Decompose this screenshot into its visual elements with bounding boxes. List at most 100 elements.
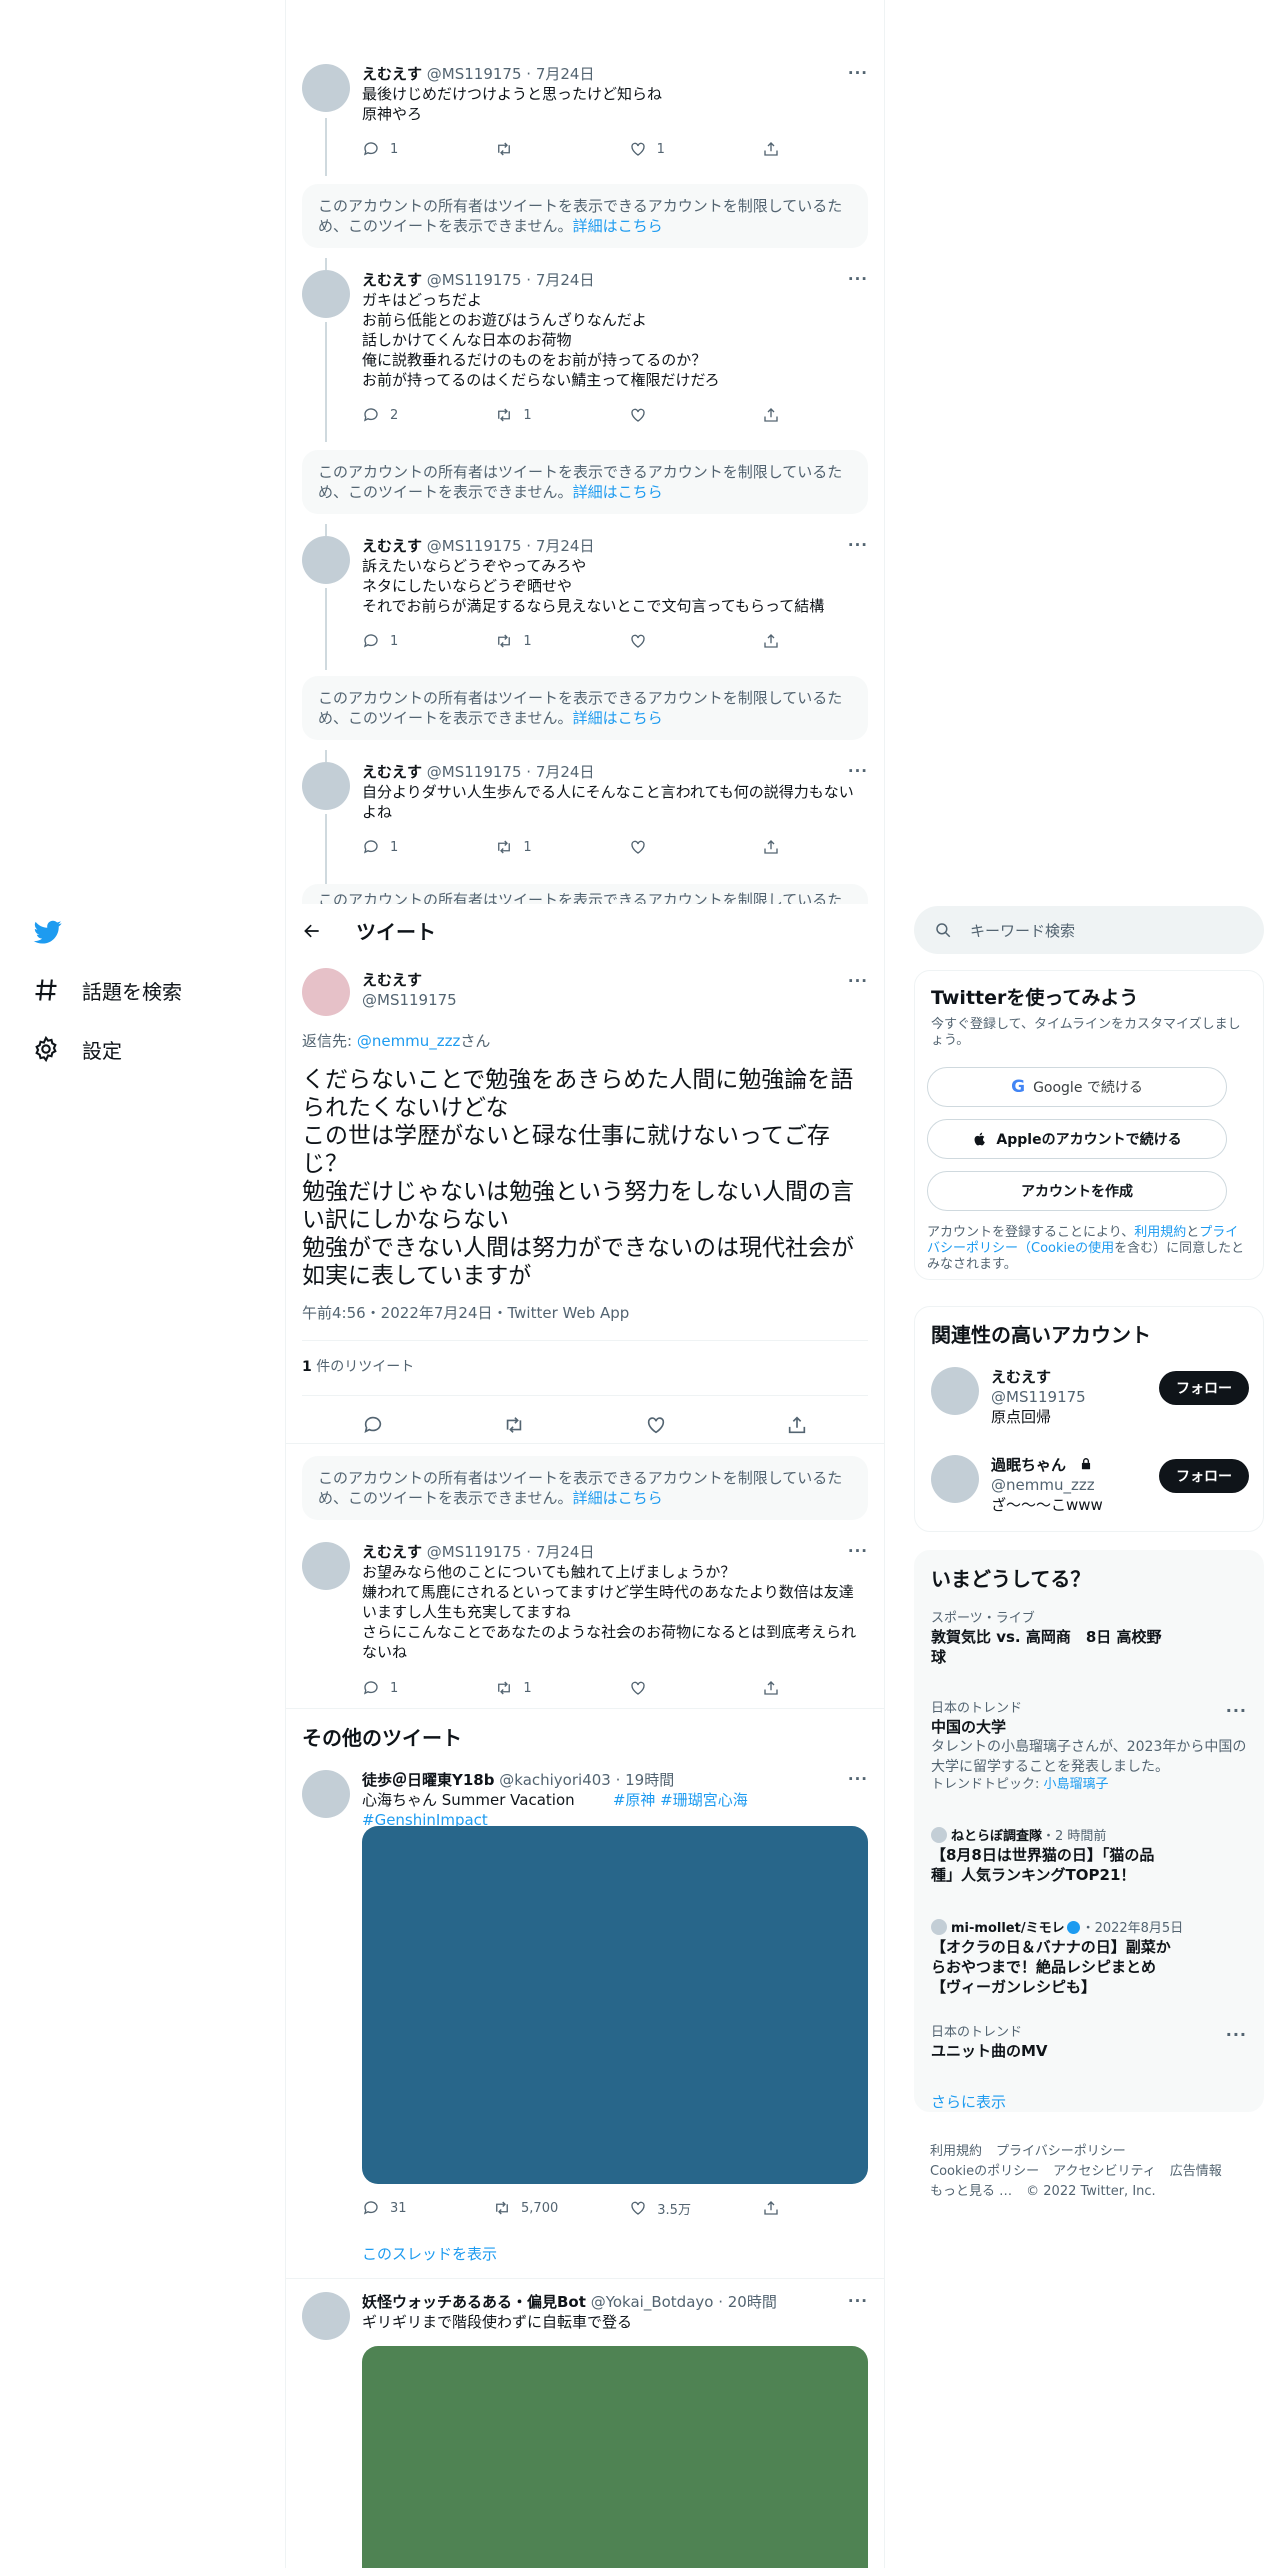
create-account-button[interactable]: アカウントを作成 — [927, 1171, 1227, 1211]
like-button[interactable]: 3.5万 — [629, 2198, 691, 2218]
footer-link[interactable]: 利用規約 — [930, 2144, 982, 2159]
like-button[interactable] — [629, 1678, 689, 1698]
trend-item[interactable]: ねとらぼ調査隊・2 時間前 【8月8日は世界猫の日】「猫の品種」人気ランキングT… — [931, 1827, 1247, 1885]
retweet-button[interactable]: 1 — [495, 631, 555, 651]
tweet-media-image[interactable] — [362, 1826, 868, 2184]
trend-item[interactable]: スポーツ・ライブ 敦賀気比 vs. 高岡商 8日 高校野球 — [931, 1611, 1247, 1667]
author-name[interactable]: 徒歩＠日曜東Y18b — [362, 1771, 494, 1789]
terms-link[interactable]: 利用規約 — [1134, 1225, 1186, 1240]
share-button[interactable] — [762, 1678, 782, 1698]
nav-explore[interactable]: 話題を検索 — [32, 972, 182, 1008]
more-options-icon[interactable]: ··· — [848, 972, 868, 990]
heart-icon[interactable] — [645, 1414, 667, 1436]
main-tweet-timestamp[interactable]: 午前4:56・2022年7月24日・Twitter Web App — [302, 1303, 629, 1323]
retweet-button[interactable]: 5,700 — [493, 2198, 558, 2218]
author-name[interactable]: えむえす — [362, 1543, 422, 1561]
tweet-time[interactable]: 7月24日 — [536, 271, 595, 289]
learn-more-link[interactable]: 詳細はこちら — [573, 1489, 663, 1507]
tweet-time[interactable]: 7月24日 — [536, 763, 595, 781]
footer-link[interactable]: プライバシーポリシー — [996, 2144, 1126, 2159]
share-button[interactable] — [762, 405, 782, 425]
more-options-icon[interactable]: ··· — [848, 64, 868, 82]
more-options-icon[interactable]: ··· — [1226, 1701, 1247, 1720]
thread-tweet[interactable]: えむえす @MS119175 · 7月24日 ··· 最後けじめだけつけようと思… — [286, 64, 884, 176]
apple-signin-button[interactable]: Appleのアカウントで続ける — [927, 1119, 1227, 1159]
author-name[interactable]: えむえす — [362, 537, 422, 555]
follow-button[interactable]: フォロー — [1159, 1371, 1249, 1405]
back-arrow-icon[interactable] — [302, 921, 322, 941]
author-name[interactable]: えむえす — [362, 271, 422, 289]
reply-button[interactable]: 1 — [362, 837, 422, 857]
avatar[interactable] — [931, 1367, 979, 1415]
google-signin-button[interactable]: G Google で続ける — [927, 1067, 1227, 1107]
avatar[interactable] — [302, 64, 350, 112]
more-options-icon[interactable]: ··· — [848, 762, 868, 780]
learn-more-link[interactable]: 詳細はこちら — [573, 709, 663, 727]
retweet-icon[interactable] — [503, 1414, 525, 1436]
tweet-time[interactable]: 7月24日 — [536, 65, 595, 83]
more-tweet[interactable]: 妖怪ウォッチあるある・偏見Bot @Yokai_Botdayo · 20時間 ·… — [286, 2292, 884, 2340]
reply-button[interactable]: 31 — [362, 2198, 422, 2218]
tweet-time[interactable]: 19時間 — [625, 1771, 674, 1789]
trend-item[interactable]: 日本のトレンド ··· ユニット曲のMV — [931, 2025, 1247, 2061]
learn-more-link[interactable]: 詳細はこちら — [573, 483, 663, 501]
footer-link[interactable]: もっと見る … — [930, 2184, 1012, 2199]
retweet-button[interactable]: 1 — [495, 1678, 555, 1698]
retweet-button[interactable]: 1 — [495, 405, 555, 425]
share-button[interactable] — [762, 631, 782, 651]
more-options-icon[interactable]: ··· — [848, 2292, 868, 2310]
share-icon[interactable] — [786, 1414, 808, 1436]
more-tweet[interactable]: 徒歩＠日曜東Y18b @kachiyori403 · 19時間 ··· 心海ちゃ… — [286, 1770, 884, 1829]
reply-button[interactable]: 1 — [362, 1678, 422, 1698]
avatar[interactable] — [931, 1455, 979, 1503]
related-account[interactable]: えむえす @MS119175 原点回帰 — [991, 1367, 1086, 1427]
more-options-icon[interactable]: ··· — [848, 270, 868, 288]
more-options-icon[interactable]: ··· — [848, 1770, 868, 1788]
trend-item[interactable]: mi-mollet/ミモレ ・2022年8月5日 【オクラの日＆バナナの日】副菜か… — [931, 1919, 1247, 1997]
footer-link[interactable]: アクセシビリティ — [1053, 2164, 1156, 2179]
avatar[interactable] — [302, 270, 350, 318]
author-name[interactable]: えむえす — [362, 763, 422, 781]
avatar[interactable] — [302, 536, 350, 584]
avatar[interactable] — [302, 2292, 350, 2340]
retweet-summary[interactable]: 1 件のリツイート — [302, 1357, 414, 1377]
tweet-media-image[interactable] — [362, 2346, 868, 2568]
more-options-icon[interactable]: ··· — [848, 536, 868, 554]
nav-settings[interactable]: 設定 — [32, 1031, 122, 1067]
avatar[interactable] — [302, 1770, 350, 1818]
reply-button[interactable]: 1 — [362, 139, 422, 159]
avatar[interactable] — [302, 762, 350, 810]
share-button[interactable] — [762, 837, 782, 857]
tweet-time[interactable]: 20時間 — [728, 2293, 777, 2311]
share-button[interactable] — [762, 2198, 782, 2218]
reply-button[interactable]: 2 — [362, 405, 422, 425]
avatar[interactable] — [302, 968, 350, 1016]
follow-button[interactable]: フォロー — [1159, 1459, 1249, 1493]
footer-link[interactable]: 広告情報 — [1170, 2164, 1222, 2179]
reply-to-link[interactable]: @nemmu_zzz — [357, 1032, 461, 1050]
tweet-time[interactable]: 7月24日 — [536, 1543, 595, 1561]
like-button[interactable] — [629, 631, 689, 651]
related-account[interactable]: 過眠ちゃん @nemmu_zzz ざ〜〜〜こwww — [991, 1455, 1103, 1515]
tweet-time[interactable]: 7月24日 — [536, 537, 595, 555]
author-name[interactable]: えむえす — [362, 970, 457, 990]
trend-item[interactable]: 日本のトレンド ··· 中国の大学 タレントの小島瑠璃子さんが、2023年から中… — [931, 1701, 1247, 1793]
footer-link[interactable]: Cookieのポリシー — [930, 2164, 1039, 2179]
share-button[interactable] — [762, 139, 782, 159]
more-options-icon[interactable]: ··· — [1226, 2025, 1247, 2044]
author-name[interactable]: えむえす — [362, 65, 422, 83]
show-thread-link[interactable]: このスレッドを表示 — [362, 2243, 497, 2264]
like-button[interactable] — [629, 837, 689, 857]
reply-tweet[interactable]: えむえす @MS119175 · 7月24日 ··· お望みなら他のことについて… — [286, 1542, 884, 1692]
show-more-link[interactable]: さらに表示 — [931, 2091, 1247, 2112]
like-button[interactable] — [629, 405, 689, 425]
reply-icon[interactable] — [362, 1414, 384, 1436]
trend-topic-link[interactable]: 小島瑠璃子 — [1044, 1777, 1109, 1792]
learn-more-link[interactable]: 詳細はこちら — [573, 217, 663, 235]
twitter-logo-icon[interactable] — [32, 918, 66, 948]
reply-button[interactable]: 1 — [362, 631, 422, 651]
retweet-button[interactable]: 1 — [495, 837, 555, 857]
avatar[interactable] — [302, 1542, 350, 1590]
like-button[interactable]: 1 — [629, 139, 689, 159]
retweet-button[interactable] — [495, 139, 555, 159]
